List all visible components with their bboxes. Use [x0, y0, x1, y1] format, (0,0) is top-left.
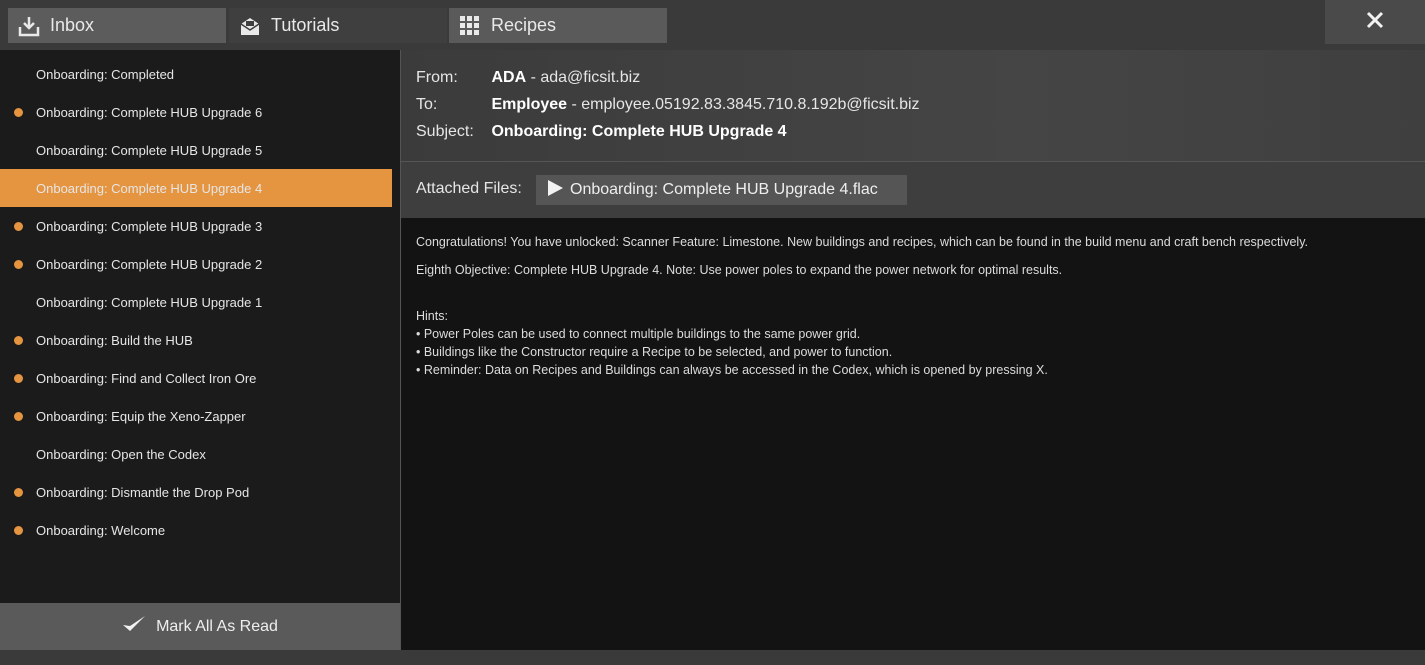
unread-dot: [14, 108, 23, 117]
mark-all-label: Mark All As Read: [156, 617, 278, 635]
mail-title: Onboarding: Welcome: [36, 522, 166, 538]
hint-line: • Buildings like the Constructor require…: [416, 345, 893, 359]
close-button[interactable]: [1325, 0, 1425, 44]
list-item[interactable]: Onboarding: Open the Codex: [0, 435, 392, 473]
attached-files-label: Attached Files:: [416, 180, 522, 197]
grid-icon: [459, 15, 481, 37]
list-item[interactable]: Onboarding: Complete HUB Upgrade 3: [0, 207, 392, 245]
mail-title: Onboarding: Completed: [36, 66, 175, 82]
unread-dot: [14, 412, 23, 421]
tab-tutorials[interactable]: Tutorials: [229, 8, 447, 43]
hints-heading: Hints:: [416, 309, 448, 323]
list-item[interactable]: Onboarding: Find and Collect Iron Ore: [0, 359, 392, 397]
open-envelope-icon: [239, 15, 261, 37]
to-label: To:: [416, 96, 438, 113]
list-item[interactable]: Onboarding: Dismantle the Drop Pod: [0, 473, 392, 511]
mail-title: Onboarding: Complete HUB Upgrade 2: [36, 256, 263, 272]
close-icon: [1366, 11, 1384, 34]
list-item[interactable]: Onboarding: Complete HUB Upgrade 2: [0, 245, 392, 283]
play-icon: [546, 179, 564, 202]
mail-title: Onboarding: Complete HUB Upgrade 3: [36, 218, 263, 234]
attachment-play-button[interactable]: Onboarding: Complete HUB Upgrade 4.flac: [536, 175, 907, 205]
list-item[interactable]: Onboarding: Complete HUB Upgrade 5: [0, 131, 392, 169]
mail-title: Onboarding: Open the Codex: [36, 446, 206, 462]
bottom-bar: [0, 650, 1425, 665]
tab-inbox[interactable]: Inbox: [8, 8, 226, 43]
list-item[interactable]: Onboarding: Equip the Xeno-Zapper: [0, 397, 392, 435]
separator: -: [530, 69, 541, 86]
subject-text: Onboarding: Complete HUB Upgrade 4: [491, 123, 787, 140]
mail-title: Onboarding: Equip the Xeno-Zapper: [36, 408, 246, 424]
separator: -: [571, 96, 582, 113]
unread-dot: [14, 260, 23, 269]
from-name: ADA: [491, 69, 527, 86]
from-row: From: ADA - ada@ficsit.biz: [416, 69, 640, 87]
list-item[interactable]: Onboarding: Complete HUB Upgrade 6: [0, 93, 392, 131]
body-paragraph: Eighth Objective: Complete HUB Upgrade 4…: [416, 263, 1063, 277]
mail-title: Onboarding: Complete HUB Upgrade 1: [36, 294, 263, 310]
mail-title: Onboarding: Complete HUB Upgrade 6: [36, 104, 263, 120]
mail-title: Onboarding: Complete HUB Upgrade 4: [36, 180, 263, 196]
unread-dot: [14, 222, 23, 231]
tab-label: Tutorials: [271, 15, 340, 35]
tab-recipes[interactable]: Recipes: [449, 8, 667, 43]
attachments-bar: Attached Files: Onboarding: Complete HUB…: [401, 162, 1425, 218]
to-row: To: Employee - employee.05192.83.3845.71…: [416, 96, 920, 114]
unread-dot: [14, 526, 23, 535]
hint-line: • Reminder: Data on Recipes and Building…: [416, 363, 1048, 377]
unread-dot: [14, 374, 23, 383]
inbox-download-icon: [18, 15, 40, 37]
mark-all-read-button[interactable]: Mark All As Read: [0, 603, 400, 650]
unread-dot: [14, 336, 23, 345]
unread-dot: [14, 488, 23, 497]
list-item[interactable]: Onboarding: Complete HUB Upgrade 1: [0, 283, 392, 321]
mail-title: Onboarding: Find and Collect Iron Ore: [36, 370, 257, 386]
list-item-selected[interactable]: Onboarding: Complete HUB Upgrade 4: [0, 169, 392, 207]
mail-title: Onboarding: Build the HUB: [36, 332, 193, 348]
top-bar: Inbox Tutorials Recipes: [0, 0, 1425, 50]
from-email: ada@ficsit.biz: [540, 69, 641, 86]
to-name: Employee: [491, 96, 568, 113]
to-email: employee.05192.83.3845.710.8.192b@ficsit…: [581, 96, 920, 113]
list-item[interactable]: Onboarding: Completed: [0, 55, 392, 93]
list-item[interactable]: Onboarding: Welcome: [0, 511, 392, 549]
body-paragraph: Congratulations! You have unlocked: Scan…: [416, 235, 1308, 249]
mail-title: Onboarding: Complete HUB Upgrade 5: [36, 142, 263, 158]
attachment-name: Onboarding: Complete HUB Upgrade 4.flac: [570, 181, 878, 198]
checkmark-icon: [122, 615, 146, 638]
message-body: Congratulations! You have unlocked: Scan…: [401, 218, 1425, 650]
from-label: From:: [416, 69, 458, 86]
list-item[interactable]: Onboarding: Build the HUB: [0, 321, 392, 359]
tab-label: Inbox: [50, 15, 95, 35]
hint-line: • Power Poles can be used to connect mul…: [416, 327, 861, 341]
mail-list: Onboarding: Completed Onboarding: Comple…: [0, 50, 400, 603]
subject-row: Subject: Onboarding: Complete HUB Upgrad…: [416, 123, 787, 141]
tab-label: Recipes: [491, 15, 557, 35]
mail-title: Onboarding: Dismantle the Drop Pod: [36, 484, 250, 500]
subject-label: Subject:: [416, 123, 474, 140]
message-header: From: ADA - ada@ficsit.biz To: Employee …: [401, 50, 1425, 161]
